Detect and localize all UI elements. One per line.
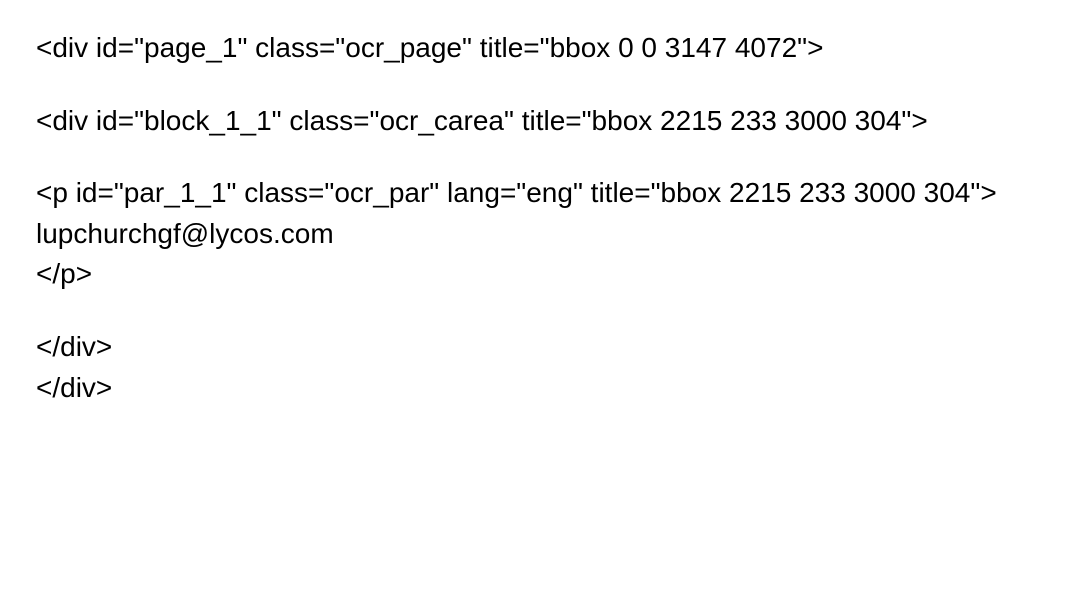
code-line: <div id="page_1" class="ocr_page" title=…: [36, 28, 1044, 69]
code-line: </div>: [36, 327, 1044, 368]
code-block-1: <div id="page_1" class="ocr_page" title=…: [36, 28, 1044, 69]
code-line: lupchurchgf@lycos.com: [36, 214, 1044, 255]
code-line: <div id="block_1_1" class="ocr_carea" ti…: [36, 101, 1044, 142]
code-block-4: </div> </div>: [36, 327, 1044, 408]
code-line: </div>: [36, 368, 1044, 409]
code-block-3: <p id="par_1_1" class="ocr_par" lang="en…: [36, 173, 1044, 295]
code-line: </p>: [36, 254, 1044, 295]
code-block-2: <div id="block_1_1" class="ocr_carea" ti…: [36, 101, 1044, 142]
code-line: <p id="par_1_1" class="ocr_par" lang="en…: [36, 173, 1044, 214]
